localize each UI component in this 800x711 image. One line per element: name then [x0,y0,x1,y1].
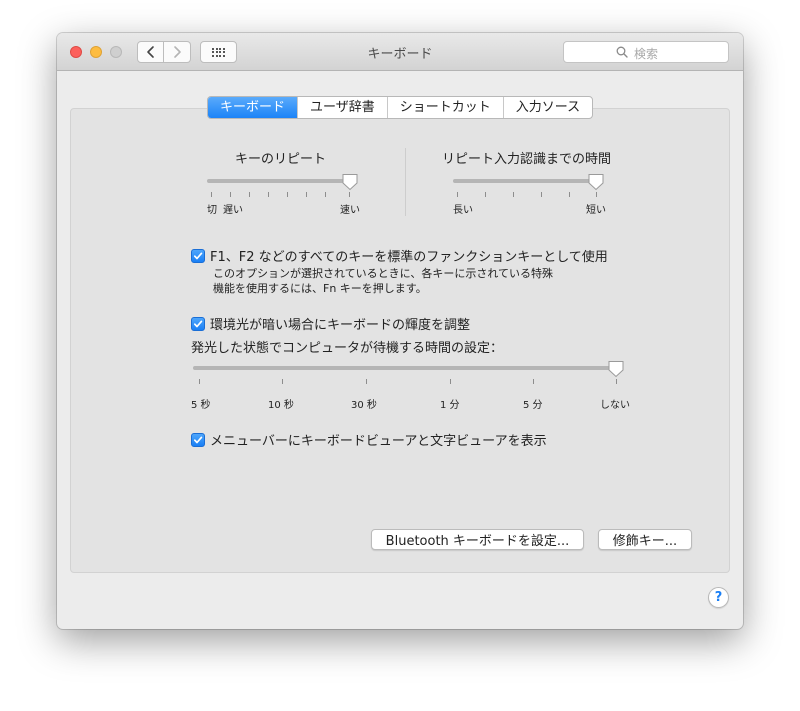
section-divider [405,148,406,216]
tick [541,192,542,197]
tab-input-sources[interactable]: 入力ソース [502,97,592,118]
tick [230,192,231,197]
repeat-delay-long-label: 長い [453,205,473,216]
key-repeat-slow-label: 遅い [223,205,243,216]
key-repeat-fast-label: 速い [340,205,360,216]
key-repeat-title: キーのリピート [235,152,327,167]
tick [199,379,200,384]
tick [268,192,269,197]
tick [450,379,451,384]
timeout-label-30s: 30 秒 [351,400,377,411]
tick [616,379,617,384]
repeat-delay-short-label: 短い [586,205,606,216]
menubar-viewer-option[interactable]: メニューバーにキーボードビューアと文字ビューアを表示 [191,430,547,449]
tab-bar: キーボード ユーザ辞書 ショートカット 入力ソース [207,96,594,119]
bluetooth-keyboard-button[interactable]: Bluetooth キーボードを設定... [371,529,584,550]
tick [325,192,326,197]
timeout-label-5m: 5 分 [523,400,543,411]
tick [282,379,283,384]
fn-keys-option[interactable]: F1、F2 などのすべてのキーを標準のファンクションキーとして使用 [191,246,608,265]
menubar-viewer-label: メニューバーにキーボードビューアと文字ビューアを表示 [210,434,547,449]
tab-user-dictionary[interactable]: ユーザ辞書 [297,97,387,118]
checkmark-icon [193,436,203,443]
fn-keys-label: F1、F2 などのすべてのキーを標準のファンクションキーとして使用 [210,250,608,265]
fn-keys-description-line1: このオプションが選択されているときに、各キーに示されている特殊 [213,267,554,280]
repeat-delay-title: リピート入力認識までの時間 [442,152,612,167]
key-repeat-slider-thumb[interactable] [341,173,359,191]
tick [596,192,597,197]
titlebar: キーボード 検索 [57,33,743,71]
tick [349,192,350,197]
fn-keys-checkbox[interactable] [191,248,205,263]
modifier-keys-button[interactable]: 修飾キー... [598,529,692,550]
tick [485,192,486,197]
backlight-timeout-slider-thumb[interactable] [607,360,625,378]
ambient-light-checkbox[interactable] [191,316,205,331]
timeout-label-never: しない [600,400,630,411]
backlight-timeout-title: 発光した状態でコンピュータが待機する時間の設定： [191,341,504,356]
search-field[interactable]: 検索 [563,41,729,63]
help-button[interactable]: ? [708,587,729,608]
search-placeholder: 検索 [634,47,659,61]
repeat-delay-slider-thumb[interactable] [587,173,605,191]
ambient-light-option[interactable]: 環境光が暗い場合にキーボードの輝度を調整 [191,314,470,333]
tick [366,379,367,384]
tab-shortcuts[interactable]: ショートカット [386,97,503,118]
menubar-viewer-checkbox[interactable] [191,432,205,447]
tab-keyboard[interactable]: キーボード [208,97,298,118]
ambient-light-label: 環境光が暗い場合にキーボードの輝度を調整 [210,318,471,333]
key-repeat-off-label: 切 [207,205,217,216]
key-repeat-track[interactable] [207,179,353,183]
checkmark-icon [193,252,203,259]
tick [306,192,307,197]
repeat-delay-track[interactable] [453,179,599,183]
tick [569,192,570,197]
tick [533,379,534,384]
tick [457,192,458,197]
timeout-label-1m: 1 分 [440,400,460,411]
fn-keys-description-line2: 機能を使用するには、Fn キーを押します。 [213,282,427,295]
checkmark-icon [193,320,203,327]
tick [513,192,514,197]
tick [211,192,212,197]
backlight-timeout-track[interactable] [193,366,623,370]
timeout-label-5s: 5 秒 [191,400,211,411]
search-icon [616,46,628,58]
timeout-label-10s: 10 秒 [268,400,294,411]
tick [287,192,288,197]
tick [249,192,250,197]
keyboard-preferences-window: キーボード 検索 キーボード ユーザ辞書 ショートカット 入力ソース キーのリピ… [57,33,743,629]
